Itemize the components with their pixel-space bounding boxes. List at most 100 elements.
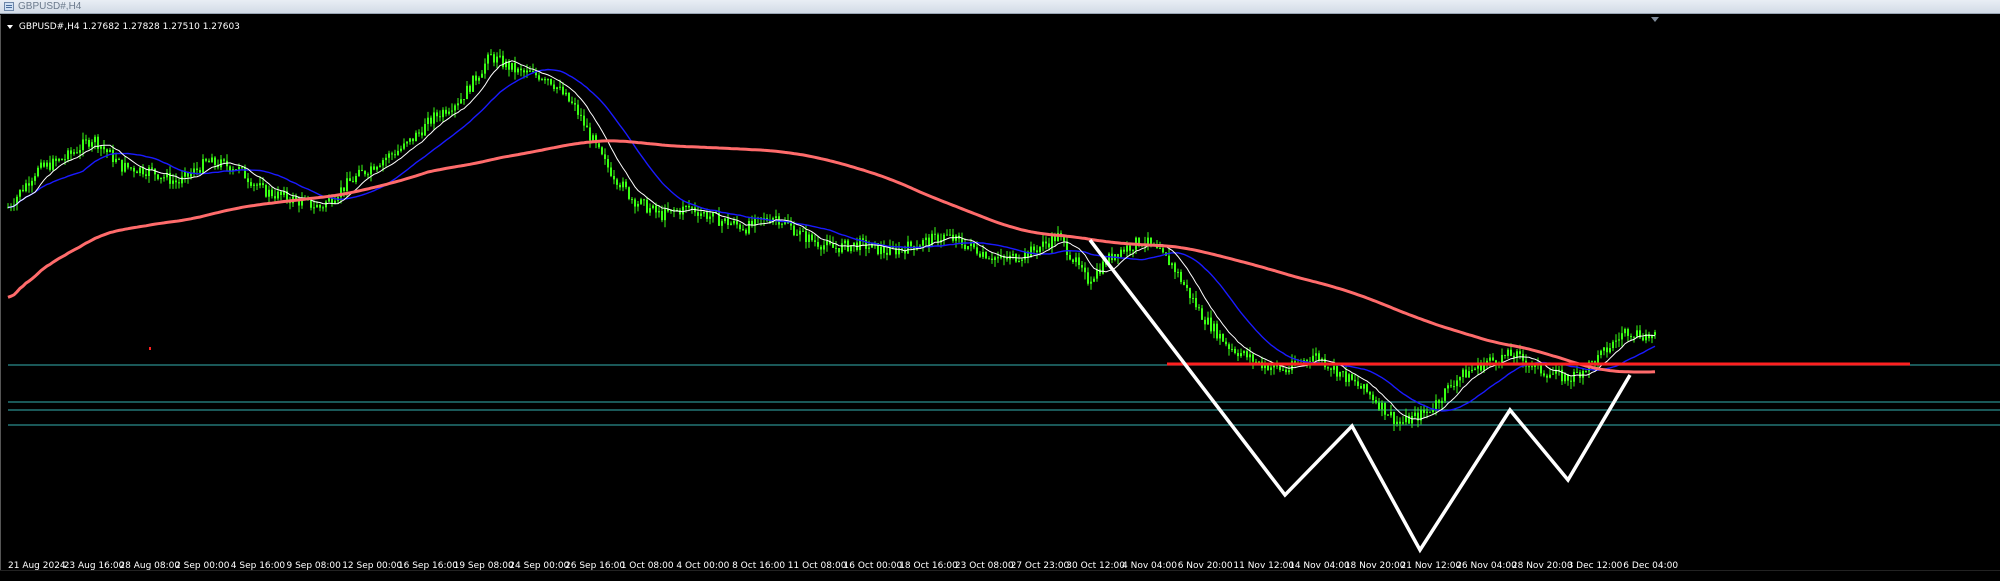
candle-body xyxy=(637,203,639,207)
candle-body xyxy=(1612,341,1614,349)
candle-body xyxy=(37,167,39,177)
candle-body xyxy=(1033,246,1035,251)
candle-body xyxy=(1306,359,1308,362)
candle-body xyxy=(1174,263,1176,273)
candle-body xyxy=(1606,347,1608,353)
candle-body xyxy=(421,132,423,136)
candle-body xyxy=(1072,259,1074,263)
candle-body xyxy=(193,168,195,174)
candle-body xyxy=(1327,367,1329,369)
candle-body xyxy=(592,135,594,141)
candle-body xyxy=(412,138,414,142)
candle-body xyxy=(1330,368,1332,370)
candle-body xyxy=(28,183,30,186)
candle-body xyxy=(1147,237,1149,244)
candle-body xyxy=(1519,351,1521,354)
candle-body xyxy=(976,247,978,254)
candle-body xyxy=(250,182,252,186)
candle-body xyxy=(73,152,75,154)
candle-body xyxy=(571,101,573,104)
candle-body xyxy=(511,62,513,70)
candle-body xyxy=(607,159,609,168)
time-axis-label: 16 Oct 00:00 xyxy=(844,561,903,571)
candle-body xyxy=(1552,373,1554,375)
candle-body xyxy=(1228,344,1230,349)
candle-body xyxy=(457,103,459,106)
candle-body xyxy=(1066,241,1068,256)
time-axis-label: 26 Nov 04:00 xyxy=(1456,561,1517,571)
candle-body xyxy=(700,213,702,216)
candle-body xyxy=(364,171,366,175)
candle-body xyxy=(319,204,321,208)
candle-body xyxy=(580,114,582,116)
candle-body xyxy=(1507,349,1509,356)
time-axis-label: 27 Oct 23:00 xyxy=(1011,561,1070,571)
candle-body xyxy=(1249,354,1251,358)
candle-body xyxy=(1624,329,1626,334)
candle-body xyxy=(691,207,693,209)
candle-body xyxy=(577,104,579,115)
candle-body xyxy=(1006,257,1008,260)
candle-body xyxy=(664,209,666,221)
candle-body xyxy=(1630,335,1632,337)
time-axis-label: 4 Sep 16:00 xyxy=(231,561,286,571)
candle-body xyxy=(205,159,207,161)
candle-body xyxy=(613,175,615,180)
candle-body xyxy=(148,167,150,176)
time-axis-label: 16 Sep 16:00 xyxy=(398,561,458,571)
candle-body xyxy=(1231,348,1233,350)
candle-body xyxy=(982,251,984,257)
candle-body xyxy=(1030,246,1032,258)
candle-body xyxy=(1576,371,1578,373)
candle-body xyxy=(1393,411,1395,424)
candle-body xyxy=(646,199,648,213)
candle-body xyxy=(1096,269,1098,279)
candle-body xyxy=(391,153,393,155)
symbol-header[interactable]: GBPUSD#,H4 1.27682 1.27828 1.27510 1.276… xyxy=(7,22,240,32)
candle-body xyxy=(1582,370,1584,378)
candle-body xyxy=(547,79,549,81)
candle-body xyxy=(625,181,627,188)
candle-body xyxy=(1051,236,1053,248)
candle-body xyxy=(1195,298,1197,308)
candle-body xyxy=(1378,402,1380,410)
candle-body xyxy=(49,162,51,170)
candle-body xyxy=(1351,374,1353,380)
candle-body xyxy=(1447,385,1449,389)
candle-body xyxy=(1048,243,1050,248)
candle-body xyxy=(1621,333,1623,340)
candle-body xyxy=(1102,261,1104,274)
candle-body xyxy=(1438,400,1440,404)
candle-body xyxy=(100,146,102,149)
candle-body xyxy=(82,139,84,151)
candle-body xyxy=(1429,411,1431,413)
candle-body xyxy=(109,149,111,153)
candle-body xyxy=(973,243,975,248)
candle-body xyxy=(487,54,489,64)
candle-body xyxy=(1132,249,1134,251)
candle-body xyxy=(862,238,864,240)
candle-body xyxy=(1171,263,1173,266)
candle-body xyxy=(1654,332,1656,336)
candle-body xyxy=(442,109,444,118)
candle-body xyxy=(1570,380,1572,382)
candle-body xyxy=(1402,422,1404,424)
triangle-down-icon[interactable] xyxy=(7,24,13,29)
candle-body xyxy=(796,234,798,236)
chart-shift-marker-icon[interactable] xyxy=(1651,17,1659,22)
candle-body xyxy=(529,70,531,72)
candle-body xyxy=(802,230,804,232)
horizontal-levels xyxy=(8,364,2000,426)
candle-body xyxy=(1531,366,1533,368)
candle-body xyxy=(616,179,618,185)
candle-body xyxy=(1426,411,1428,413)
candle-body xyxy=(247,178,249,183)
candle-body xyxy=(730,223,732,226)
price-chart-svg[interactable]: 21 Aug 202423 Aug 16:0028 Aug 08:002 Sep… xyxy=(0,0,2000,581)
candle-body xyxy=(1603,347,1605,351)
candle-body xyxy=(1390,411,1392,416)
candle-body xyxy=(361,169,363,172)
candle-body xyxy=(628,187,630,199)
candle-body xyxy=(1081,265,1083,268)
candle-body xyxy=(316,204,318,208)
